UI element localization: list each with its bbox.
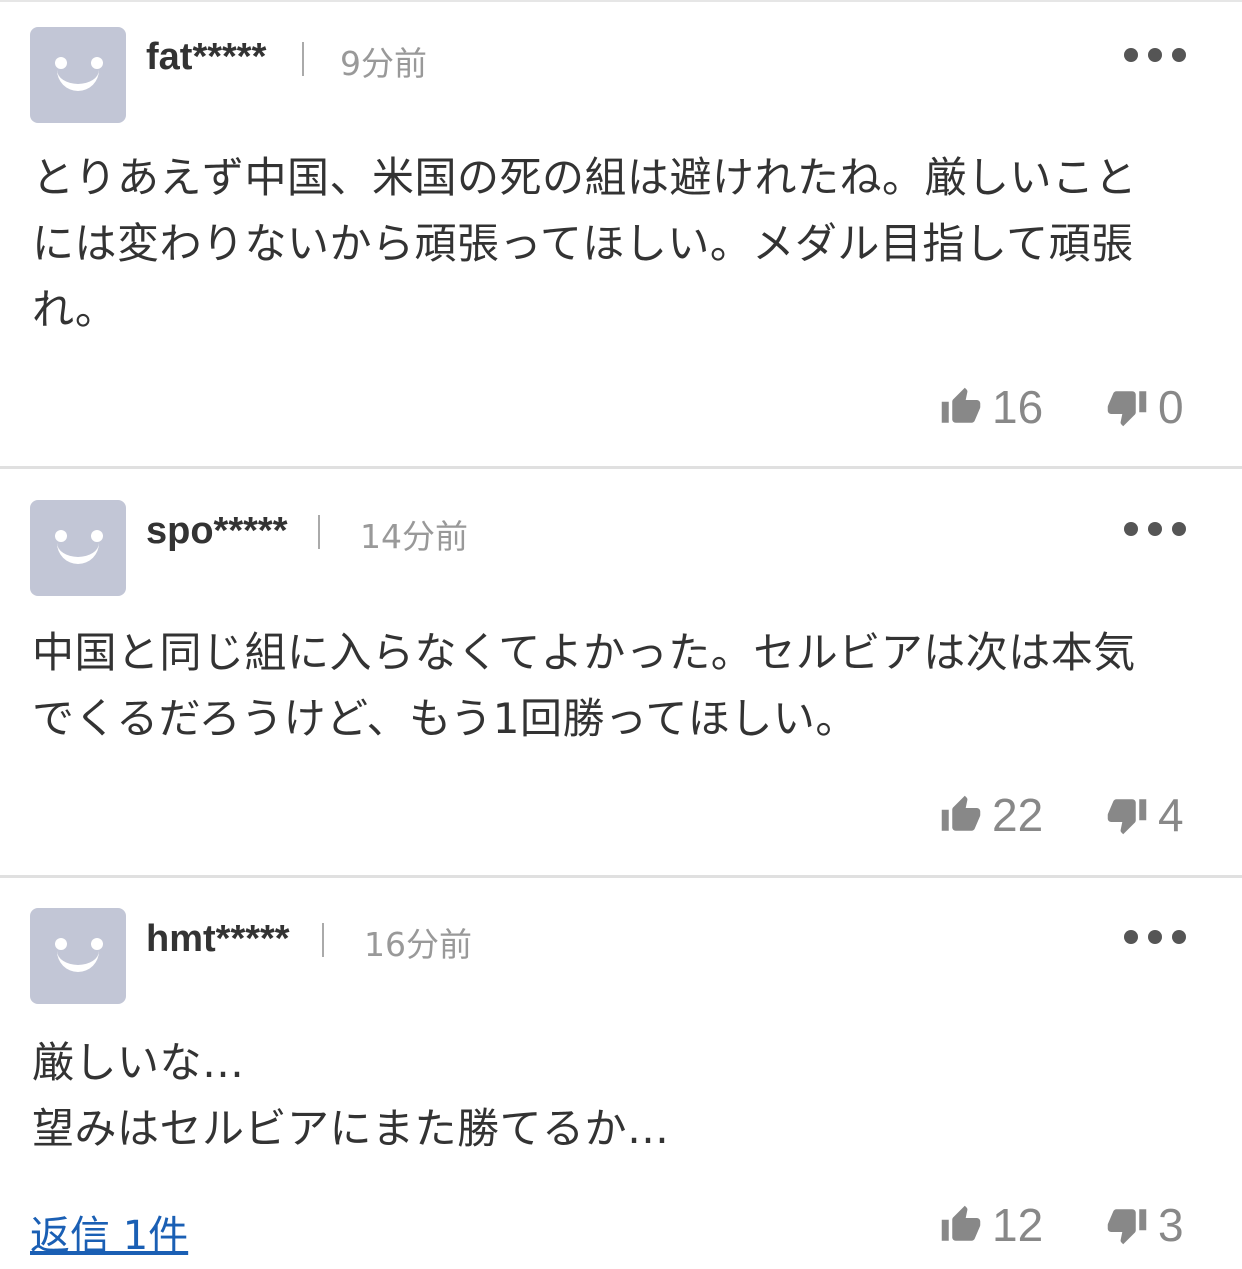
like-button[interactable]: 12 <box>940 1199 1044 1251</box>
thumbs-up-icon <box>941 1205 981 1241</box>
separator <box>318 515 320 549</box>
like-button[interactable]: 16 <box>940 381 1044 433</box>
dislike-button[interactable]: 4 <box>1106 789 1184 841</box>
smiley-avatar-icon <box>30 908 126 1004</box>
comment-divider <box>0 466 1242 469</box>
dislike-count: 4 <box>1158 789 1184 841</box>
username[interactable]: fat***** <box>146 36 266 79</box>
timestamp: 16分前 <box>364 925 472 964</box>
thumbs-down-icon <box>1107 1209 1147 1245</box>
timestamp: 14分前 <box>360 517 468 556</box>
comment-text: 中国と同じ組に入らなくてよかった。セルビアは次は本気 でくるだろうけど、もう1回… <box>32 628 1136 743</box>
replies-link[interactable]: 返信 1件 <box>30 1203 188 1261</box>
separator <box>302 42 304 76</box>
timestamp: 9分前 <box>340 44 427 83</box>
more-options-icon[interactable] <box>1124 48 1186 62</box>
comment-text: とりあえず中国、米国の死の組は避けれたね。厳しいこと には変わりないから頑張って… <box>32 153 1138 334</box>
dislike-count: 0 <box>1158 381 1184 433</box>
smiley-avatar-icon <box>30 27 126 123</box>
top-divider <box>0 0 1242 2</box>
dislike-button[interactable]: 0 <box>1106 381 1184 433</box>
separator <box>322 923 324 957</box>
smiley-avatar-icon <box>30 500 126 596</box>
thumbs-down-icon <box>1107 799 1147 835</box>
thumbs-up-icon <box>941 795 981 831</box>
thumbs-up-icon <box>941 387 981 423</box>
like-button[interactable]: 22 <box>940 789 1044 841</box>
dislike-button[interactable]: 3 <box>1106 1199 1184 1251</box>
more-options-icon[interactable] <box>1124 930 1186 944</box>
like-count: 22 <box>992 789 1044 841</box>
like-count: 12 <box>992 1199 1044 1251</box>
dislike-count: 3 <box>1158 1199 1184 1251</box>
comment-divider <box>0 875 1242 878</box>
username[interactable]: spo***** <box>146 510 288 553</box>
username[interactable]: hmt***** <box>146 918 290 961</box>
like-count: 16 <box>992 381 1044 433</box>
more-options-icon[interactable] <box>1124 522 1186 536</box>
comment-text: 厳しいな… 望みはセルビアにまた勝てるか… <box>32 1038 670 1153</box>
thumbs-down-icon <box>1107 391 1147 427</box>
